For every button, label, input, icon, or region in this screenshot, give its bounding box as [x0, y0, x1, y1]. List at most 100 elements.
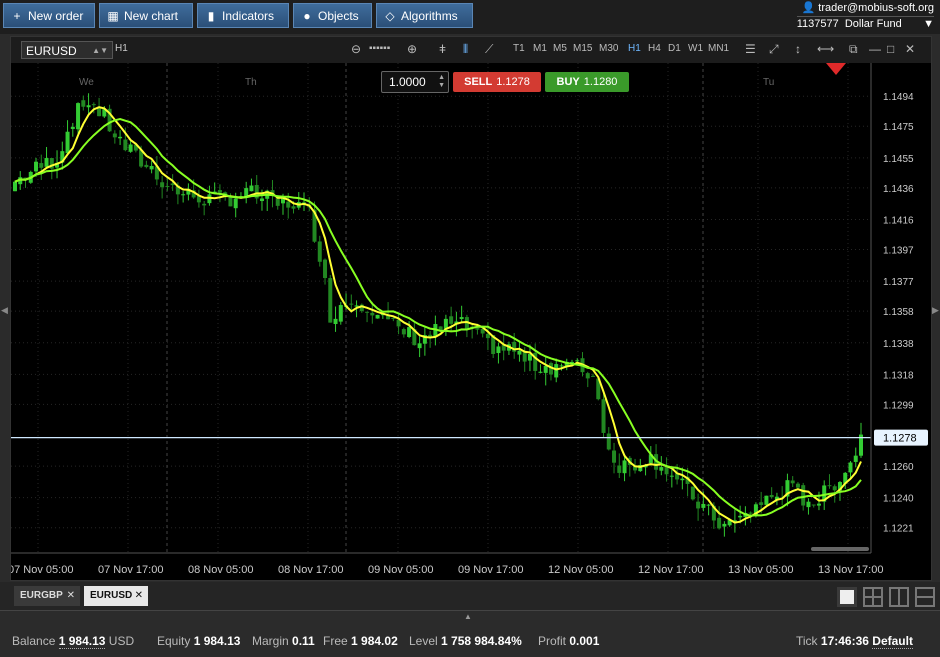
candle-body [612, 450, 617, 463]
tab-eurusd[interactable]: EURUSD ✕ [84, 586, 148, 606]
indicators-button[interactable]: ▮ Indicators [197, 3, 289, 28]
balance-value[interactable]: 1 984.13 [58, 634, 106, 649]
tab-timeframe-m5[interactable]: M5 [553, 43, 567, 54]
candle-body [323, 259, 328, 279]
user-icon: 👤 [801, 2, 816, 14]
tab-eurgbp[interactable]: EURGBP ✕ [14, 586, 80, 606]
candle-body [123, 139, 128, 151]
algorithms-button[interactable]: ◇ Algorithms [376, 3, 473, 28]
close-icon[interactable]: ✕ [135, 586, 143, 606]
level-label: Level [409, 634, 438, 648]
candle-body [827, 485, 832, 487]
price-chart[interactable]: 1.1494 1.1475 1.1455 1.1436 1.1416 1.1397 1.13… [11, 63, 931, 580]
new-order-button[interactable]: + New order [3, 3, 95, 28]
detach-window-icon[interactable]: ⧉ [849, 42, 858, 57]
y-tick-label: 1.1221 [883, 524, 914, 535]
candle-body [659, 467, 664, 471]
candle-body [485, 333, 490, 339]
y-tick-label: 1.1260 [883, 462, 914, 473]
vertical-scale-icon[interactable]: ↕ [795, 42, 801, 56]
tab-timeframe-d1[interactable]: D1 [668, 43, 681, 54]
new-chart-button[interactable]: ▦ New chart [99, 3, 193, 28]
candle-body [375, 314, 380, 319]
quantity-stepper[interactable]: 1.0000 ▲ ▼ [381, 71, 449, 93]
candle-body [738, 515, 743, 518]
account-number: 1137577 [796, 18, 839, 30]
candle-body [328, 278, 333, 323]
zoom-slider[interactable]: ▪▪▪▪▪▪ [369, 43, 390, 54]
layout-columns-icon[interactable] [889, 587, 909, 607]
profit-label: Profit [538, 634, 567, 648]
left-panel-arrow-icon[interactable]: ◀ [1, 305, 8, 316]
sell-label: SELL [464, 76, 493, 88]
maximize-icon[interactable]: □ [887, 42, 894, 56]
layout-grid-icon[interactable] [863, 587, 883, 607]
candle-body [717, 517, 722, 529]
right-panel-arrow-icon[interactable]: ▶ [932, 305, 939, 316]
tab-timeframe-w1[interactable]: W1 [688, 43, 703, 54]
candle-body [70, 126, 75, 129]
line-type-icon[interactable]: ⟋ [485, 42, 493, 57]
trendline-icon[interactable]: ⤢ [769, 42, 779, 57]
zoom-out-icon[interactable]: ⊖ [351, 42, 361, 56]
candle-body [338, 305, 343, 322]
day-label: Th [245, 77, 257, 88]
candle-body [286, 201, 291, 208]
horizontal-scale-icon[interactable]: ⟷ [817, 42, 834, 56]
layout-rows-icon[interactable] [915, 587, 935, 607]
level-group: Level 1 758 984.84% [409, 634, 522, 648]
close-icon[interactable]: ✕ [905, 42, 915, 56]
bar-chart-icon: ▮ [207, 9, 215, 23]
y-tick-label: 1.1436 [883, 184, 914, 195]
bar-type-icon[interactable]: ǂ [439, 42, 446, 56]
panel-splitter[interactable]: ▲ [0, 610, 940, 625]
indicator-settings-icon[interactable]: ☰ [745, 42, 756, 56]
buy-button[interactable]: BUY 1.1280 [545, 72, 629, 92]
objects-button[interactable]: ● Objects [293, 3, 372, 28]
tab-timeframe-m15[interactable]: M15 [573, 43, 592, 54]
candle-body [769, 495, 774, 498]
y-tick-label: 1.1299 [883, 400, 914, 411]
indicators-label: Indicators [222, 9, 275, 23]
tab-timeframe-h1[interactable]: H1 [628, 43, 641, 54]
close-icon[interactable]: ✕ [67, 586, 75, 606]
plus-icon: + [13, 9, 21, 23]
account-user: trader@mobius-soft.org [818, 2, 934, 14]
candle-body [275, 197, 280, 206]
new-chart-label: New chart [124, 9, 179, 23]
candle-body [202, 203, 207, 206]
tab-timeframe-mn1[interactable]: MN1 [708, 43, 729, 54]
candle-body [233, 198, 238, 209]
scroll-end-marker-icon[interactable] [826, 63, 846, 75]
balance-currency: USD [108, 634, 135, 648]
tab-timeframe-m1[interactable]: M1 [533, 43, 547, 54]
candle-body [591, 375, 596, 377]
tab-timeframe-m30[interactable]: M30 [599, 43, 618, 54]
candle-body [706, 504, 711, 506]
zoom-in-icon[interactable]: ⊕ [407, 42, 417, 56]
candle-body [349, 303, 354, 305]
profit-value: 0.001 [569, 634, 600, 648]
candle-body [575, 360, 580, 362]
y-tick-label: 1.1240 [883, 494, 914, 505]
tab-timeframe-h4[interactable]: H4 [648, 43, 661, 54]
y-tick-label: 1.1318 [883, 370, 914, 381]
symbol-value: EURUSD [26, 44, 77, 58]
minimize-icon[interactable]: — [869, 42, 881, 56]
new-order-label: New order [28, 9, 84, 23]
symbol-select[interactable]: EURUSD ▲▼ [21, 41, 113, 59]
candle-body [622, 460, 627, 474]
candle-body [317, 241, 322, 262]
candle-body [554, 364, 559, 378]
candle-body [606, 433, 611, 450]
tick-mode-select[interactable]: Default [872, 634, 913, 649]
candlestick-type-icon[interactable]: ⫴ [463, 42, 468, 57]
sell-button[interactable]: SELL 1.1278 [453, 72, 541, 92]
quantity-value: 1.0000 [389, 75, 426, 89]
profit-group: Profit 0.001 [538, 634, 599, 648]
ma-fast-line [14, 106, 862, 524]
account-selector[interactable]: 1137577 Dollar Fund ▼ [796, 16, 934, 32]
tab-timeframe-t1[interactable]: T1 [513, 43, 525, 54]
layout-single-icon[interactable] [837, 587, 857, 607]
horizontal-scrollbar[interactable] [811, 547, 869, 551]
